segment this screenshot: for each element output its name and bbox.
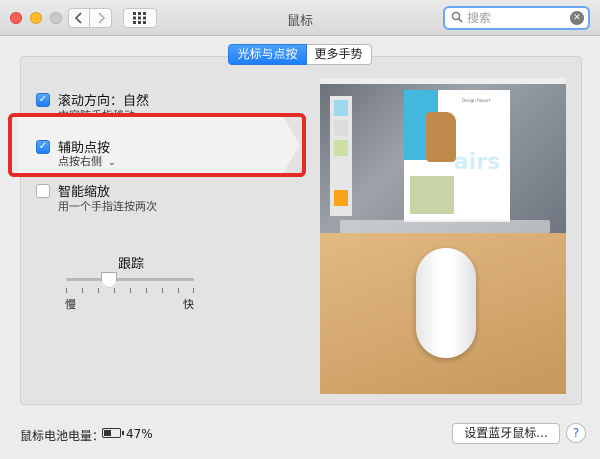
- slider-tick: [98, 288, 99, 293]
- option-subtitle: 用一个手指连按两次: [58, 200, 157, 213]
- preview-dock: [340, 220, 550, 233]
- help-button[interactable]: ?: [566, 423, 586, 443]
- slider-tick: [114, 288, 115, 293]
- preview-sidebar: [330, 96, 352, 216]
- slider-tick: [193, 288, 194, 293]
- search-input[interactable]: [467, 11, 567, 25]
- preview-doc-title: Design Report: [462, 98, 491, 103]
- clear-search-icon[interactable]: ✕: [570, 11, 584, 25]
- scroll-direction-checkbox[interactable]: ✓: [36, 93, 50, 107]
- slider-max-label: 快: [183, 298, 194, 311]
- preview-chair-image: [426, 112, 456, 162]
- preview-doc-hero-text: airs: [454, 150, 501, 175]
- preview-document: Design Report airs: [404, 90, 510, 222]
- preview-screen: Design Report airs: [320, 78, 566, 233]
- battery-icon: [102, 428, 124, 438]
- preview-thumbnail: [334, 120, 348, 136]
- search-icon: [451, 11, 463, 23]
- title-bar: 鼠标 ✕: [0, 0, 600, 36]
- preview-thumbnail: [334, 140, 348, 156]
- preview-thumbnail: [334, 160, 348, 176]
- tracking-label: 跟踪: [118, 257, 145, 272]
- slider-tick: [66, 288, 67, 293]
- slider-min-label: 慢: [65, 298, 76, 311]
- battery-percent: 47%: [126, 427, 153, 441]
- preview-doc-photo: [410, 176, 454, 214]
- tab-more-gestures[interactable]: 更多手势: [306, 44, 372, 65]
- slider-tick: [130, 288, 131, 293]
- battery-nub: [122, 431, 124, 435]
- tab-bar: 光标与点按 更多手势: [0, 44, 600, 65]
- preview-menubar: [320, 78, 566, 84]
- slider-tick: [82, 288, 83, 293]
- gesture-preview: Design Report airs: [320, 78, 566, 394]
- preview-thumbnail: [334, 100, 348, 116]
- slider-tick: [178, 288, 179, 293]
- search-field[interactable]: ✕: [443, 6, 590, 30]
- slider-tick: [146, 288, 147, 293]
- battery-label: 鼠标电池电量：: [20, 429, 105, 443]
- tab-point-and-click[interactable]: 光标与点按: [228, 44, 307, 65]
- smart-zoom-checkbox[interactable]: [36, 184, 50, 198]
- battery-fill: [104, 430, 111, 436]
- tracking-slider[interactable]: [66, 278, 194, 281]
- setup-bluetooth-mouse-button[interactable]: 设置蓝牙鼠标...: [452, 423, 560, 444]
- magic-mouse-image: [416, 248, 476, 358]
- preview-thumbnail: [334, 190, 348, 206]
- highlight-annotation-box: [8, 113, 306, 177]
- slider-tick: [162, 288, 163, 293]
